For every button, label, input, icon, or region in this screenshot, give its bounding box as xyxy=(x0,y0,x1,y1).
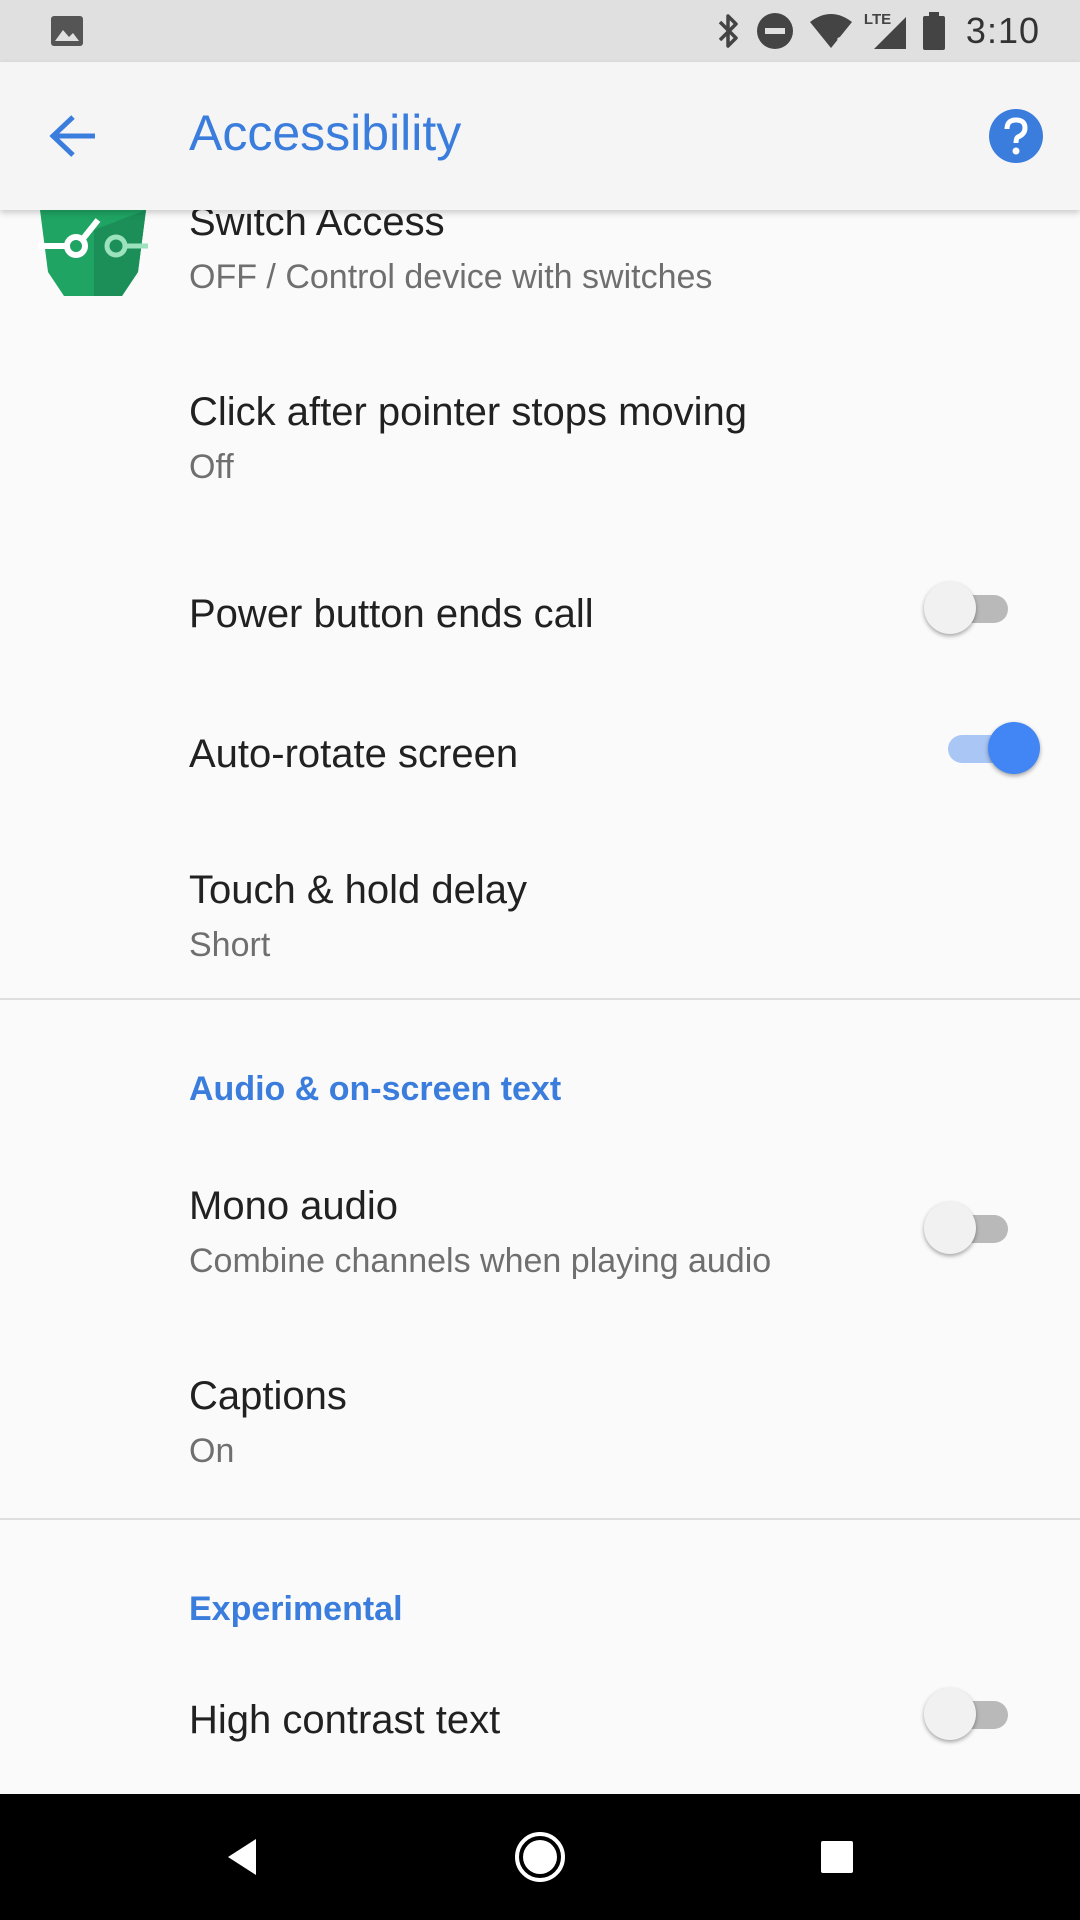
section-divider xyxy=(0,1518,1080,1520)
high-contrast-text-title: High contrast text xyxy=(189,1698,501,1742)
power-button-ends-call-item[interactable]: Power button ends call xyxy=(0,552,1080,692)
click-after-pointer-item[interactable]: Click after pointer stops moving Off xyxy=(0,360,1080,552)
help-button[interactable] xyxy=(980,100,1052,172)
captions-status: On xyxy=(189,1432,235,1470)
section-header-audio: Audio & on-screen text xyxy=(189,1070,562,1108)
switch-access-title: Switch Access xyxy=(189,210,445,244)
switch-access-icon xyxy=(38,210,148,296)
auto-rotate-title: Auto-rotate screen xyxy=(189,732,519,776)
power-button-ends-call-title: Power button ends call xyxy=(189,592,594,636)
image-notification-icon xyxy=(51,16,83,46)
mono-audio-title: Mono audio xyxy=(189,1184,399,1228)
switch-access-status: OFF / Control device with switches xyxy=(189,258,713,296)
switch-access-item[interactable]: Switch Access OFF / Control device with … xyxy=(0,210,1080,360)
wifi-icon xyxy=(809,14,852,48)
battery-icon xyxy=(922,12,945,50)
nav-home-icon xyxy=(515,1832,565,1882)
captions-title: Captions xyxy=(189,1374,347,1418)
power-button-ends-call-switch[interactable] xyxy=(924,582,1014,634)
back-arrow-icon xyxy=(49,115,95,157)
touch-hold-delay-value: Short xyxy=(189,926,271,964)
back-button[interactable] xyxy=(36,98,112,174)
nav-back-button[interactable] xyxy=(202,1817,282,1897)
page-title: Accessibility xyxy=(189,105,462,161)
nav-back-icon xyxy=(228,1839,256,1875)
section-header-experimental: Experimental xyxy=(189,1590,403,1628)
auto-rotate-switch[interactable] xyxy=(942,722,1040,774)
touch-hold-delay-title: Touch & hold delay xyxy=(189,868,528,912)
high-contrast-text-switch[interactable] xyxy=(924,1688,1014,1740)
do-not-disturb-icon xyxy=(756,13,793,49)
captions-item[interactable]: Captions On xyxy=(0,1340,1080,1520)
nav-recents-button[interactable] xyxy=(797,1817,877,1897)
app-bar: Accessibility xyxy=(0,62,1080,210)
status-time: 3:10 xyxy=(965,10,1040,51)
bluetooth-icon xyxy=(718,14,738,48)
navigation-bar xyxy=(0,1794,1080,1920)
cellular-signal-icon: LTE xyxy=(864,11,908,51)
section-divider xyxy=(0,998,1080,1000)
status-bar: LTE 3:10 xyxy=(0,0,1080,62)
nav-home-button[interactable] xyxy=(500,1817,580,1897)
help-icon xyxy=(989,109,1043,163)
auto-rotate-item[interactable]: Auto-rotate screen xyxy=(0,692,1080,832)
mono-audio-switch[interactable] xyxy=(924,1202,1014,1254)
high-contrast-text-item[interactable]: High contrast text xyxy=(0,1662,1080,1794)
mono-audio-item[interactable]: Mono audio Combine channels when playing… xyxy=(0,1150,1080,1340)
nav-recents-icon xyxy=(821,1841,853,1873)
settings-list: Switch Access OFF / Control device with … xyxy=(0,210,1080,1794)
click-after-pointer-title: Click after pointer stops moving xyxy=(189,390,748,434)
mono-audio-description: Combine channels when playing audio xyxy=(189,1242,772,1280)
click-after-pointer-status: Off xyxy=(189,448,234,486)
touch-hold-delay-item[interactable]: Touch & hold delay Short xyxy=(0,832,1080,1000)
